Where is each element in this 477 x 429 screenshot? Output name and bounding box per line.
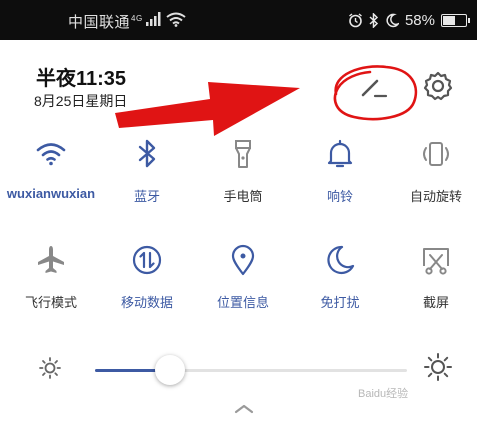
watermark: Baidu经验 [358,388,409,400]
tile-label: 飞行模式 [24,295,77,310]
moon-icon [386,13,399,27]
rotate-icon [423,142,449,166]
tile-label: 自动旋转 [409,189,462,204]
tile-wifi[interactable]: wuxianwuxian [3,136,99,201]
tile-screenshot[interactable]: 截屏 [388,242,477,311]
network-type: 4G [131,14,143,23]
tile-location[interactable]: 位置信息 [195,242,291,311]
tile-label: 蓝牙 [133,189,160,204]
bluetooth-icon [369,12,379,28]
tile-label: 免打扰 [320,295,360,310]
moon-icon [327,245,355,275]
mobile-data-icon [132,245,162,275]
status-bar: 中国联通4G 58% [0,0,477,40]
tile-do-not-disturb[interactable]: 免打扰 [292,242,388,311]
wifi-icon [36,143,66,166]
flashlight-icon [235,140,251,168]
bluetooth-icon [138,139,156,168]
tile-mobile-data[interactable]: 移动数据 [99,242,195,311]
screenshot-icon [423,248,449,275]
brightness-low-icon [39,357,61,379]
tile-auto-rotate[interactable]: 自动旋转 [388,136,477,205]
battery-percent: 58% [404,11,435,29]
wifi-icon [166,12,186,27]
gear-icon[interactable] [420,68,456,104]
bell-icon [327,139,353,168]
signal-icon [146,12,161,26]
tile-label: 截屏 [422,295,449,310]
chevron-up-icon[interactable] [232,402,256,416]
tile-bluetooth[interactable]: 蓝牙 [99,136,195,205]
alarm-icon [349,12,362,27]
tile-label: 移动数据 [120,295,173,310]
battery-icon [441,13,470,27]
tile-ring[interactable]: 响铃 [292,136,388,205]
brightness-slider[interactable] [95,355,407,385]
tile-label: 响铃 [326,189,353,204]
brightness-high-icon [424,353,452,381]
carrier-name: 中国联通4G [68,14,143,31]
battery-fill [443,15,455,25]
tile-label: 位置信息 [216,295,269,310]
airplane-icon [38,246,64,273]
tile-label: wuxianwuxian [6,186,96,201]
location-icon [231,244,255,276]
annotation-arrow [115,82,300,136]
tile-airplane[interactable]: 飞行模式 [3,242,99,311]
brightness-slider-thumb[interactable] [154,355,185,385]
tile-flashlight[interactable]: 手电筒 [195,136,291,205]
edit-pencil-icon[interactable] [355,70,389,104]
tile-label: 手电筒 [223,189,263,204]
